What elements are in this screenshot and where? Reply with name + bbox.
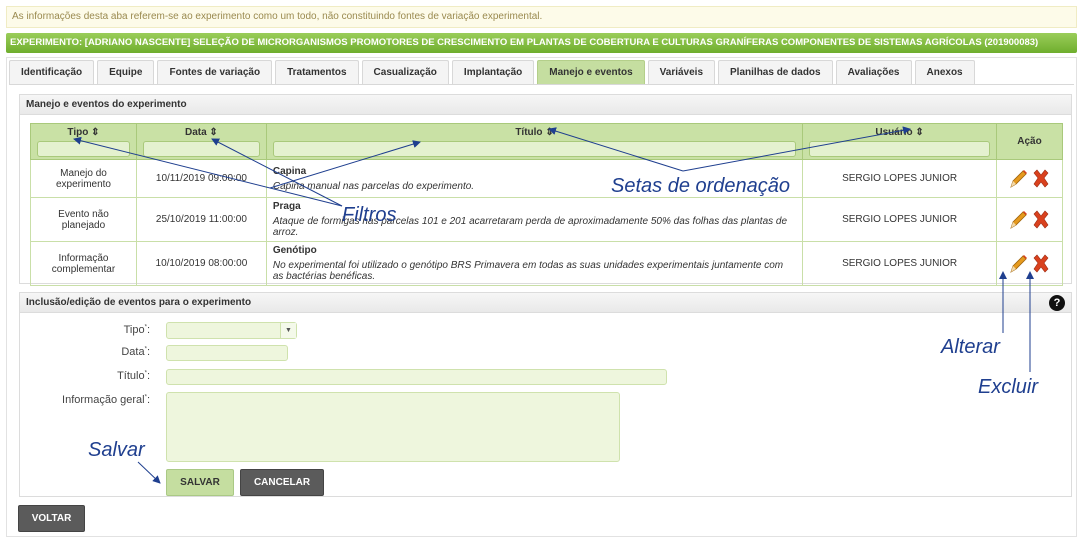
tab-equipe[interactable]: Equipe xyxy=(97,60,155,84)
cell-data: 10/11/2019 09:00:00 xyxy=(135,159,267,198)
cell-usuario: SERGIO LOPES JUNIOR xyxy=(802,159,997,198)
pencil-icon[interactable] xyxy=(1008,253,1028,275)
event-description: No experimental foi utilizado o genótipo… xyxy=(272,260,784,282)
tab-planilhas-de-dados[interactable]: Planilhas de dados xyxy=(718,60,833,84)
filter-usuario-input[interactable] xyxy=(809,141,990,157)
cell-tipo: Manejo do experimento xyxy=(30,159,137,198)
delete-x-icon[interactable] xyxy=(1031,168,1051,190)
delete-x-icon[interactable] xyxy=(1031,209,1051,231)
tab-fontes-de-variacao[interactable]: Fontes de variação xyxy=(157,60,273,84)
tab-bar: Identificação Equipe Fontes de variação … xyxy=(9,60,978,84)
label-data: Data*: xyxy=(121,346,150,358)
event-form-section: Inclusão/edição de eventos para o experi… xyxy=(19,292,1072,497)
tab-avaliacoes[interactable]: Avaliações xyxy=(835,60,912,84)
delete-x-icon[interactable] xyxy=(1031,253,1051,275)
tab-implantacao[interactable]: Implantação xyxy=(451,60,535,84)
sort-data[interactable]: Data ⇕ xyxy=(143,126,260,139)
data-input[interactable] xyxy=(166,345,288,361)
informacao-geral-textarea[interactable] xyxy=(166,392,620,462)
cancel-button[interactable]: CANCELAR xyxy=(240,469,324,496)
tab-anexos[interactable]: Anexos xyxy=(914,60,975,84)
events-section: Manejo e eventos do experimento Tipo ⇕ D… xyxy=(19,94,1072,286)
tab-casualizacao[interactable]: Casualização xyxy=(361,60,449,84)
event-form-title: Inclusão/edição de eventos para o experi… xyxy=(20,293,1071,313)
cell-acao xyxy=(995,159,1064,198)
save-button[interactable]: SALVAR xyxy=(166,469,234,496)
cell-data: 10/10/2019 08:00:00 xyxy=(135,241,267,286)
chevron-down-icon[interactable]: ▼ xyxy=(280,323,296,338)
column-header-usuario[interactable]: Usuário ⇕ xyxy=(802,123,997,160)
cell-tipo: Informação complementar xyxy=(30,241,137,286)
filter-titulo-input[interactable] xyxy=(272,141,797,157)
annotation-sort-arrows: Setas de ordenação xyxy=(611,175,791,197)
cell-data: 25/10/2019 11:00:00 xyxy=(135,197,267,242)
annotation-delete: Excluir xyxy=(978,376,1039,398)
cell-acao xyxy=(995,241,1064,286)
column-header-data[interactable]: Data ⇕ xyxy=(135,123,267,160)
pencil-icon[interactable] xyxy=(1008,168,1028,190)
notice-banner: As informações desta aba referem-se ao e… xyxy=(6,6,1077,28)
titulo-input[interactable] xyxy=(166,369,667,385)
events-section-title: Manejo e eventos do experimento xyxy=(20,95,1071,115)
column-header-titulo[interactable]: Título ⇕ xyxy=(265,123,804,160)
tab-identificacao[interactable]: Identificação xyxy=(9,60,95,84)
label-informacao-geral: Informação geral*: xyxy=(62,394,150,406)
tab-manejo-e-eventos[interactable]: Manejo e eventos xyxy=(537,60,645,84)
cell-usuario: SERGIO LOPES JUNIOR xyxy=(802,197,997,242)
sort-titulo[interactable]: Título ⇕ xyxy=(273,126,796,139)
filter-data-input[interactable] xyxy=(142,141,260,157)
experiment-title-bar: EXPERIMENTO: [ADRIANO NASCENTE] SELEÇÃO … xyxy=(6,33,1077,53)
table-row: Evento não planejado 25/10/2019 11:00:00… xyxy=(30,197,1064,242)
back-button[interactable]: VOLTAR xyxy=(18,505,85,532)
pencil-icon[interactable] xyxy=(1008,209,1028,231)
tab-variaveis[interactable]: Variáveis xyxy=(647,60,716,84)
column-header-tipo[interactable]: Tipo ⇕ xyxy=(30,123,137,160)
main-panel: Identificação Equipe Fontes de variação … xyxy=(6,57,1077,537)
sort-tipo[interactable]: Tipo ⇕ xyxy=(37,126,130,139)
annotation-edit: Alterar xyxy=(941,336,1000,358)
label-tipo: Tipo*: xyxy=(123,324,150,336)
sort-usuario[interactable]: Usuário ⇕ xyxy=(809,126,990,139)
annotation-filters: Filtros xyxy=(342,204,397,226)
filter-tipo-input[interactable] xyxy=(37,141,130,157)
help-icon[interactable]: ? xyxy=(1049,295,1065,311)
cell-tipo: Evento não planejado xyxy=(30,197,137,242)
event-title: Genótipo xyxy=(272,245,317,256)
annotation-save: Salvar xyxy=(88,439,145,461)
table-row: Informação complementar 10/10/2019 08:00… xyxy=(30,241,1064,286)
label-titulo: Título*: xyxy=(117,370,150,382)
table-row: Manejo do experimento 10/11/2019 09:00:0… xyxy=(30,159,1064,198)
column-header-acao: Ação xyxy=(995,123,1064,160)
events-table: Tipo ⇕ Data ⇕ Título ⇕ Usuário ⇕ Ação Ma… xyxy=(30,123,1064,286)
column-header-acao-label: Ação xyxy=(1017,136,1042,147)
cell-titulo: Genótipo No experimental foi utilizado o… xyxy=(265,241,804,286)
tab-content: Manejo e eventos do experimento Tipo ⇕ D… xyxy=(9,84,1074,534)
cell-usuario: SERGIO LOPES JUNIOR xyxy=(802,241,997,286)
tipo-select[interactable]: ▼ xyxy=(166,322,297,339)
cell-acao xyxy=(995,197,1064,242)
tab-tratamentos[interactable]: Tratamentos xyxy=(275,60,359,84)
